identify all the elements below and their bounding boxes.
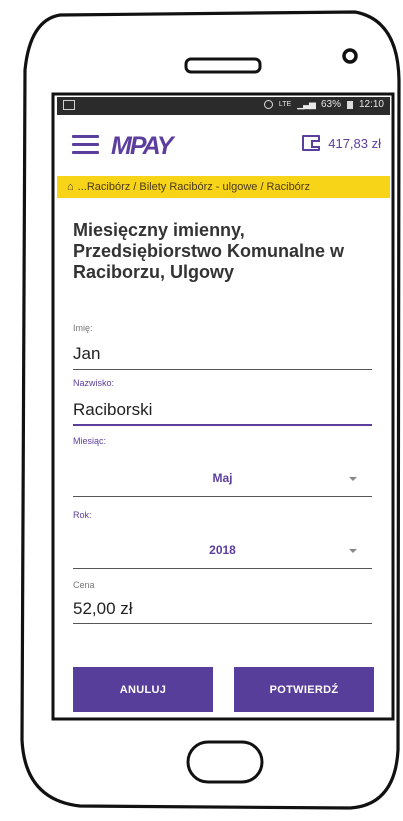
first-name-label: Imię: [73, 323, 93, 333]
confirm-button[interactable]: POTWIERDŹ [234, 667, 374, 712]
clock: 12:10 [358, 99, 384, 110]
price-underline [73, 623, 372, 624]
network-type: LTE [278, 101, 292, 108]
month-label: Miesiąc: [73, 436, 107, 446]
app-bar: MPAY 417,83 zł [57, 115, 390, 170]
first-name-field[interactable]: Jan [73, 344, 100, 364]
image-notification-icon [63, 100, 75, 110]
ticket-title: Miesięczny imienny, Przedsiębiorstwo Kom… [73, 220, 345, 282]
alarm-icon [263, 100, 273, 109]
cancel-button[interactable]: ANULUJ [73, 667, 213, 712]
breadcrumb[interactable]: ⌂ ...Racibórz / Bilety Racibórz - ulgowe… [57, 176, 390, 198]
app-logo: MPAY [111, 132, 174, 160]
battery-percent: 63% [320, 99, 341, 110]
menu-icon[interactable] [72, 135, 99, 154]
last-name-underline [73, 424, 372, 426]
home-icon[interactable]: ⌂ [67, 181, 74, 193]
battery-icon [346, 100, 353, 109]
year-underline [73, 568, 372, 569]
balance-amount: 417,83 zł [328, 135, 381, 151]
month-underline [73, 496, 372, 497]
signal-icon: ▁▃▅ [297, 99, 316, 109]
year-label: Rok: [73, 510, 92, 520]
last-name-field[interactable]: Raciborski [73, 400, 152, 420]
first-name-underline [73, 369, 372, 370]
phone-screen: LTE ▁▃▅ 63% 12:10 MPAY 417,83 zł ⌂ ...Ra… [57, 97, 390, 717]
wallet-icon [302, 135, 321, 151]
month-dropdown-icon[interactable] [349, 477, 357, 481]
wallet-balance[interactable]: 417,83 zł [302, 135, 381, 151]
month-select[interactable]: Maj [73, 471, 372, 485]
year-dropdown-icon[interactable] [349, 549, 357, 553]
status-bar: LTE ▁▃▅ 63% 12:10 [57, 97, 390, 115]
year-select[interactable]: 2018 [73, 543, 372, 557]
breadcrumb-path: ...Racibórz / Bilety Racibórz - ulgowe /… [77, 181, 310, 193]
last-name-label: Nazwisko: [73, 378, 115, 388]
price-label: Cena [73, 580, 95, 590]
price-value: 52,00 zł [73, 599, 133, 618]
